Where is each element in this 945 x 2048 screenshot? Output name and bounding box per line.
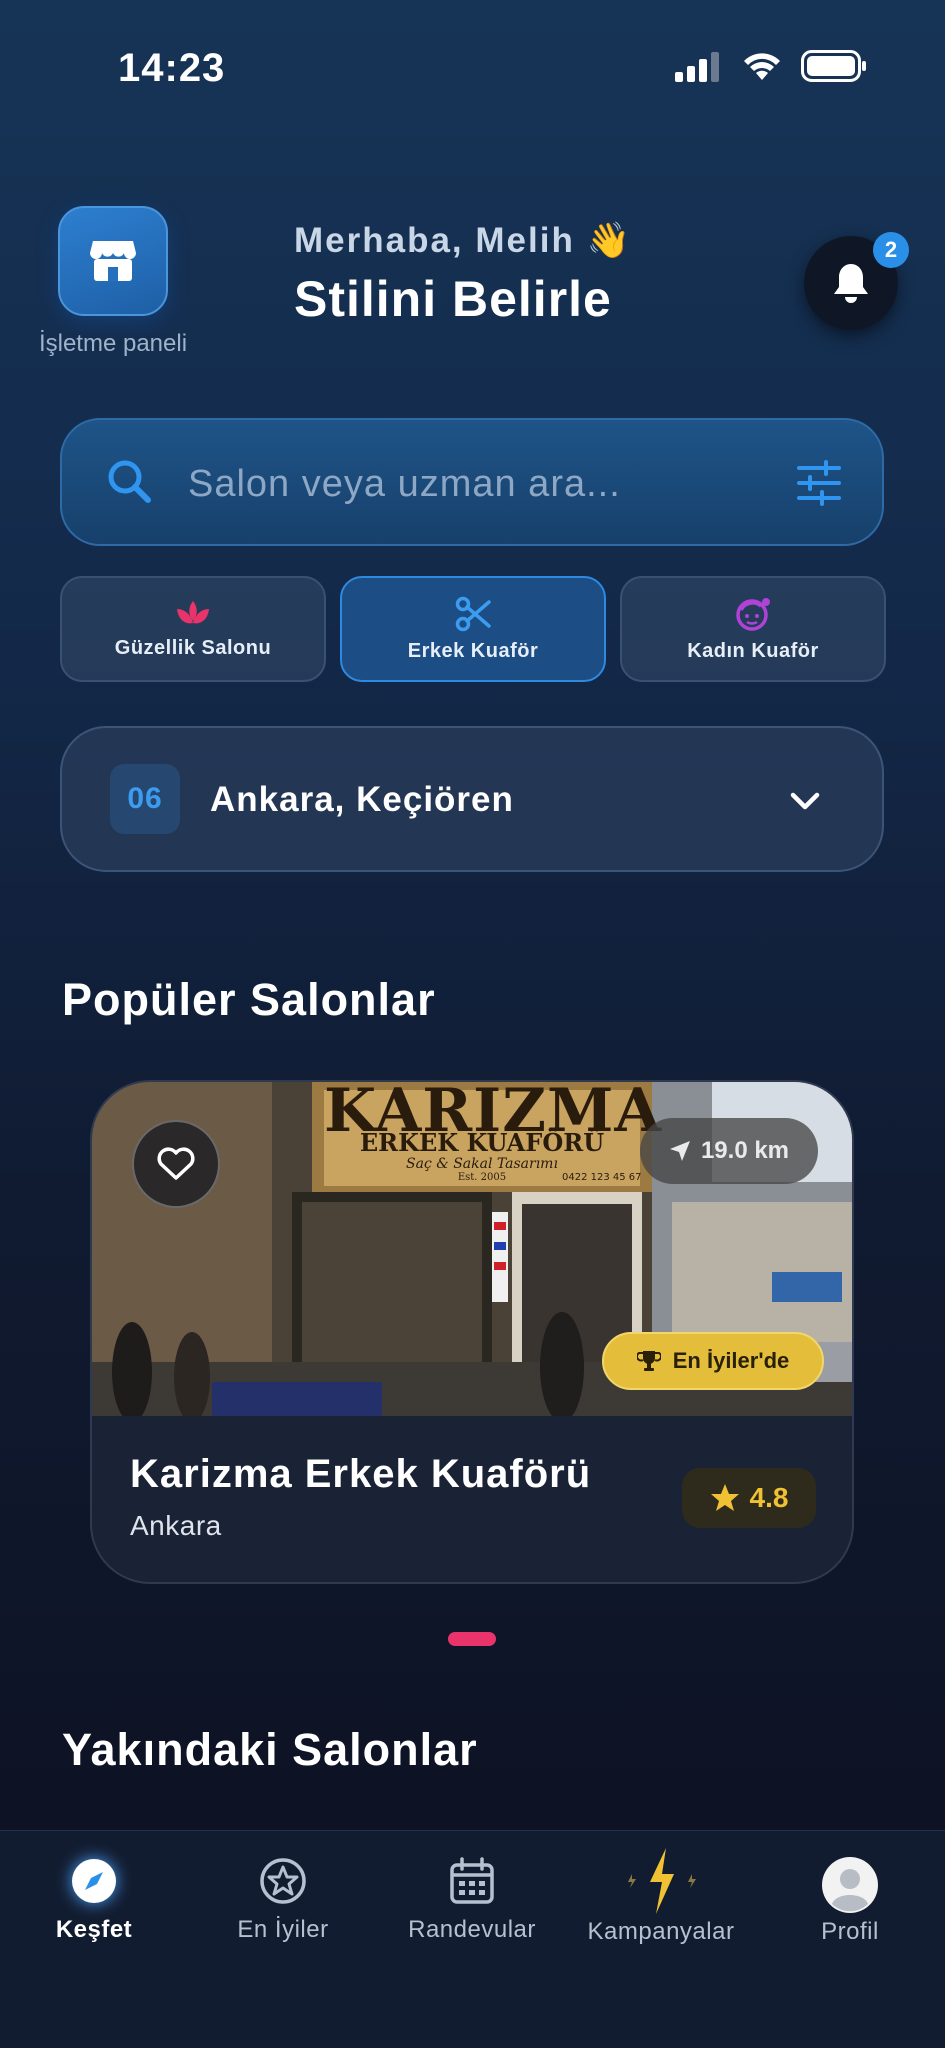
page-title: Stilini Belirle [294, 271, 612, 327]
category-womens-hairdresser[interactable]: Kadın Kuaför [620, 576, 886, 682]
store-icon [90, 241, 136, 281]
lightning-icon [628, 1848, 696, 1914]
wifi-icon [744, 53, 780, 80]
salon-sign-tagline: Saç & Sakal Tasarımı [406, 1156, 558, 1172]
nav-top-rated[interactable]: En İyiler [193, 1856, 373, 1944]
greeting-text: Merhaba, Melih 👋 [294, 221, 633, 260]
nav-label: Profil [821, 1918, 879, 1945]
nav-discover[interactable]: Keşfet [4, 1856, 184, 1944]
compass-icon [72, 1859, 116, 1903]
salon-sign-phone: 0422 123 45 67 [562, 1172, 642, 1183]
rating-value: 4.8 [749, 1482, 789, 1513]
status-time: 14:23 [118, 46, 226, 90]
category-label: Erkek Kuaför [407, 639, 539, 662]
status-icons [675, 50, 867, 82]
nav-label: En İyiler [237, 1916, 329, 1943]
top-rated-label: En İyiler'de [672, 1348, 790, 1373]
popular-section-title: Popüler Salonlar [62, 974, 436, 1025]
nav-label: Randevular [408, 1916, 536, 1943]
business-panel-label: İşletme paneli [38, 330, 188, 357]
city-code-badge: 06 [110, 764, 180, 834]
navigation-arrow-icon [669, 1141, 690, 1161]
category-barber[interactable]: Erkek Kuaför [340, 576, 606, 682]
notification-badge: 2 [873, 232, 909, 268]
category-label: Güzellik Salonu [114, 636, 272, 659]
search-input[interactable] [188, 462, 748, 506]
trophy-icon [636, 1351, 661, 1371]
favorite-button[interactable] [132, 1120, 220, 1208]
rating-badge: 4.8 [682, 1468, 816, 1528]
star-icon [710, 1484, 739, 1511]
woman-face-icon [736, 597, 770, 631]
nav-label: Keşfet [55, 1916, 133, 1943]
salon-name: Karizma Erkek Kuaförü [130, 1452, 592, 1496]
avatar-icon [822, 1857, 878, 1913]
scissors-icon [455, 596, 491, 631]
heart-icon [157, 1147, 195, 1180]
chevron-down-icon[interactable] [788, 784, 822, 818]
top-rated-badge: En İyiler'de [602, 1332, 824, 1390]
salon-sign-subtitle: ERKEK KUAFÖRÜ [359, 1128, 605, 1157]
business-panel-button[interactable] [58, 206, 168, 316]
calendar-icon [450, 1857, 494, 1904]
filter-icon[interactable] [796, 460, 842, 506]
star-badge-icon [260, 1858, 306, 1904]
lotus-icon [177, 600, 209, 623]
nearby-section-title: Yakındaki Salonlar [62, 1724, 478, 1775]
battery-icon [801, 50, 866, 82]
bell-icon [834, 264, 868, 303]
location-name: Ankara, Keçiören [210, 780, 514, 819]
nav-label: Kampanyalar [587, 1918, 735, 1945]
nav-appointments[interactable]: Randevular [382, 1856, 562, 1944]
nav-campaigns[interactable]: Kampanyalar [571, 1846, 751, 1946]
signal-icon [675, 52, 719, 82]
category-label: Kadın Kuaför [687, 639, 819, 662]
salon-city: Ankara [130, 1510, 222, 1541]
nav-profile[interactable]: Profil [760, 1856, 940, 1946]
carousel-indicator [448, 1632, 496, 1646]
search-icon [108, 460, 151, 503]
category-beauty-salon[interactable]: Güzellik Salonu [60, 576, 326, 682]
distance-text: 19.0 km [700, 1137, 790, 1164]
distance-badge: 19.0 km [640, 1118, 818, 1184]
